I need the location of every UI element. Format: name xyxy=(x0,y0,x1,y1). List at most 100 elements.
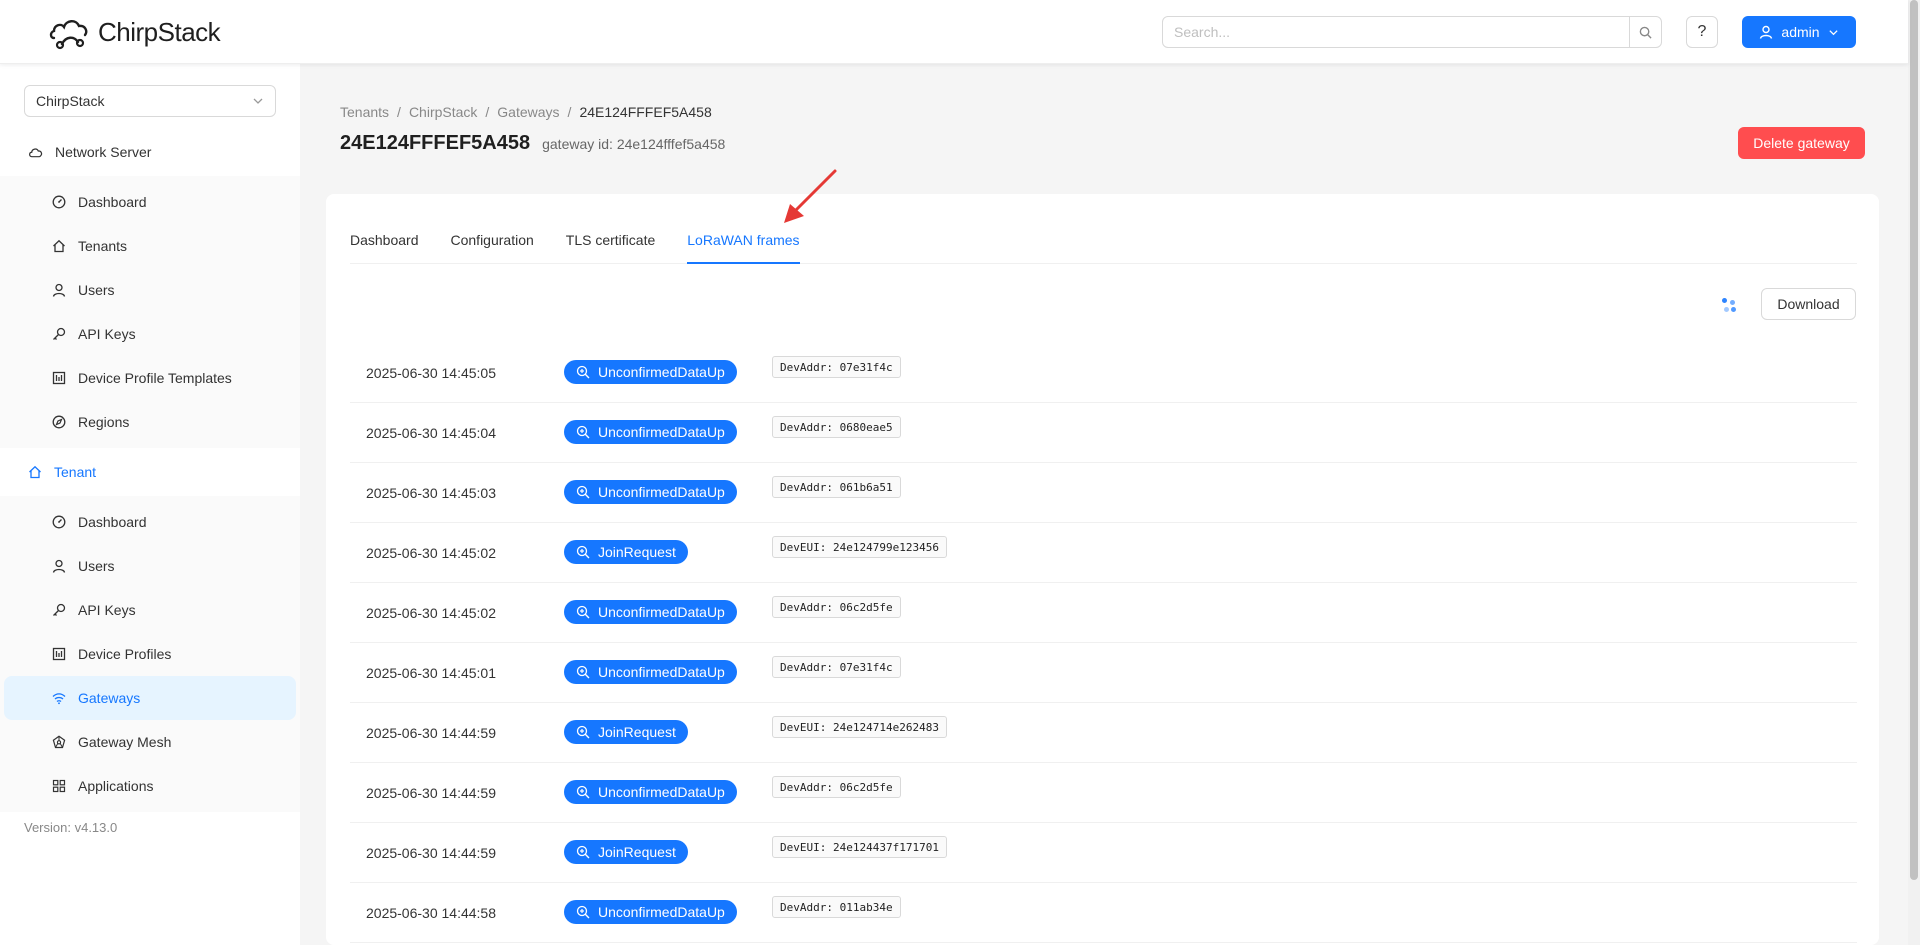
breadcrumb-separator: / xyxy=(567,104,572,120)
frame-time: 2025-06-30 14:45:04 xyxy=(366,424,496,441)
search-box xyxy=(1162,16,1662,48)
scrollbar-thumb[interactable] xyxy=(1910,0,1918,880)
frame-time: 2025-06-30 14:45:03 xyxy=(366,484,496,501)
user-icon xyxy=(52,559,66,573)
sidebar-item-label: Tenants xyxy=(78,238,128,254)
tab-dashboard[interactable]: Dashboard xyxy=(350,232,419,263)
tab-tls-certificate[interactable]: TLS certificate xyxy=(566,232,655,263)
sidebar-item-api-keys[interactable]: API Keys xyxy=(0,312,300,356)
frame-row: 2025-06-30 14:45:02 UnconfirmedDataUp DevA… xyxy=(350,583,1857,643)
sidebar-item-dashboard[interactable]: Dashboard xyxy=(0,180,300,224)
frame-time: 2025-06-30 14:45:05 xyxy=(366,364,496,381)
tenant-select[interactable]: ChirpStack xyxy=(24,85,276,117)
breadcrumb-tenants[interactable]: Tenants xyxy=(340,104,389,120)
sidebar-menu: Network Server Dashboard Tenants Users API … xyxy=(0,128,300,812)
brand-name: ChirpStack xyxy=(98,16,221,47)
frame-device-address: DevEUI: 24e124437f171701 xyxy=(772,836,947,858)
frame-type-label: UnconfirmedDataUp xyxy=(598,784,725,800)
tab-lorawan-frames[interactable]: LoRaWAN frames xyxy=(687,232,800,264)
user-name: admin xyxy=(1781,24,1820,40)
frame-type-button[interactable]: JoinRequest xyxy=(564,540,688,564)
menu-group-network-server[interactable]: Network Server xyxy=(0,128,300,176)
breadcrumb-separator: / xyxy=(485,104,490,120)
wifi-icon xyxy=(52,691,66,705)
frame-type-button[interactable]: JoinRequest xyxy=(564,720,688,744)
template-icon xyxy=(52,371,66,385)
frame-type-label: UnconfirmedDataUp xyxy=(598,424,725,440)
sidebar-item-label: Dashboard xyxy=(78,194,147,210)
frame-type-label: JoinRequest xyxy=(598,724,676,740)
frame-row: 2025-06-30 14:45:02 JoinRequest DevEUI: 24… xyxy=(350,523,1857,583)
sidebar-item-regions[interactable]: Regions xyxy=(0,400,300,444)
sidebar-item-label: API Keys xyxy=(78,326,136,342)
page-scrollbar[interactable] xyxy=(1908,0,1920,945)
search-button[interactable] xyxy=(1629,17,1661,47)
sidebar-item-users[interactable]: Users xyxy=(0,268,300,312)
frame-type-button[interactable]: UnconfirmedDataUp xyxy=(564,480,737,504)
top-header: ChirpStack ? admin xyxy=(0,0,1908,64)
sidebar-item-label: Regions xyxy=(78,414,130,430)
sidebar-item-label: API Keys xyxy=(78,602,136,618)
frame-type-label: UnconfirmedDataUp xyxy=(598,484,725,500)
menu-group-label: Tenant xyxy=(54,464,97,480)
breadcrumb-gateways[interactable]: Gateways xyxy=(497,104,559,120)
sidebar-item-gateway-mesh[interactable]: Gateway Mesh xyxy=(0,720,300,764)
frame-time: 2025-06-30 14:44:59 xyxy=(366,724,496,741)
annotation-arrow-icon xyxy=(784,169,837,223)
frame-type-button[interactable]: JoinRequest xyxy=(564,840,688,864)
sidebar-item-device-profile-templates[interactable]: Device Profile Templates xyxy=(0,356,300,400)
cloud-icon xyxy=(29,148,43,158)
frame-type-button[interactable]: UnconfirmedDataUp xyxy=(564,900,737,924)
compass-icon xyxy=(52,415,66,429)
sidebar-item-label: Device Profile Templates xyxy=(78,370,232,386)
frame-type-button[interactable]: UnconfirmedDataUp xyxy=(564,780,737,804)
mesh-icon xyxy=(52,735,66,749)
zoom-in-icon xyxy=(576,485,590,499)
sidebar-item-tenants[interactable]: Tenants xyxy=(0,224,300,268)
gateway-card: Dashboard Configuration TLS certificate LoR… xyxy=(326,194,1879,945)
search-input[interactable] xyxy=(1163,17,1629,47)
frames-list: 2025-06-30 14:45:05 UnconfirmedDataUp DevA… xyxy=(350,343,1857,943)
help-button[interactable]: ? xyxy=(1686,16,1718,48)
home-icon xyxy=(29,465,41,479)
frame-time: 2025-06-30 14:45:01 xyxy=(366,664,496,681)
gateway-tabs: Dashboard Configuration TLS certificate LoR… xyxy=(350,194,1857,264)
frame-type-button[interactable]: UnconfirmedDataUp xyxy=(564,660,737,684)
sidebar: ChirpStack Network Server Dashboard Tenan… xyxy=(0,64,300,945)
sidebar-item-label: Device Profiles xyxy=(78,646,172,662)
frame-type-button[interactable]: UnconfirmedDataUp xyxy=(564,600,737,624)
frame-row: 2025-06-30 14:44:58 UnconfirmedDataUp DevA… xyxy=(350,883,1857,943)
sidebar-item-gateways[interactable]: Gateways xyxy=(4,676,296,720)
frame-device-address: DevAddr: 0680eae5 xyxy=(772,416,901,438)
search-icon xyxy=(1639,26,1652,39)
frame-device-address: DevEUI: 24e124714e262483 xyxy=(772,716,947,738)
sidebar-item-users[interactable]: Users xyxy=(0,544,300,588)
frame-type-button[interactable]: UnconfirmedDataUp xyxy=(564,420,737,444)
loading-spinner-icon xyxy=(1722,298,1738,314)
frame-device-address: DevAddr: 011ab34e xyxy=(772,896,901,918)
frame-row: 2025-06-30 14:44:59 JoinRequest DevEUI: 24… xyxy=(350,703,1857,763)
chirpstack-logo[interactable]: ChirpStack xyxy=(48,14,221,50)
download-button[interactable]: Download xyxy=(1761,288,1856,320)
sidebar-item-applications[interactable]: Applications xyxy=(0,764,300,808)
frame-type-button[interactable]: UnconfirmedDataUp xyxy=(564,360,737,384)
sidebar-item-dashboard[interactable]: Dashboard xyxy=(0,500,300,544)
sidebar-item-device-profiles[interactable]: Device Profiles xyxy=(0,632,300,676)
frame-device-address: DevAddr: 07e31f4c xyxy=(772,356,901,378)
key-icon xyxy=(52,327,66,341)
sidebar-item-api-keys[interactable]: API Keys xyxy=(0,588,300,632)
menu-group-tenant[interactable]: Tenant xyxy=(0,448,300,496)
frame-row: 2025-06-30 14:45:01 UnconfirmedDataUp DevA… xyxy=(350,643,1857,703)
page-subtitle: gateway id: 24e124fffef5a458 xyxy=(542,136,726,152)
tab-configuration[interactable]: Configuration xyxy=(451,232,534,263)
frame-row: 2025-06-30 14:44:59 JoinRequest DevEUI: 24… xyxy=(350,823,1857,883)
frame-row: 2025-06-30 14:44:59 UnconfirmedDataUp DevA… xyxy=(350,763,1857,823)
frame-type-label: JoinRequest xyxy=(598,844,676,860)
zoom-in-icon xyxy=(576,905,590,919)
delete-gateway-button[interactable]: Delete gateway xyxy=(1738,127,1865,159)
breadcrumb-current: 24E124FFFEF5A458 xyxy=(579,104,712,120)
breadcrumb: Tenants / ChirpStack / Gateways / 24E124FFF… xyxy=(340,104,712,120)
user-menu-button[interactable]: admin xyxy=(1742,16,1856,48)
breadcrumb-chirpstack[interactable]: ChirpStack xyxy=(409,104,477,120)
key-icon xyxy=(52,603,66,617)
